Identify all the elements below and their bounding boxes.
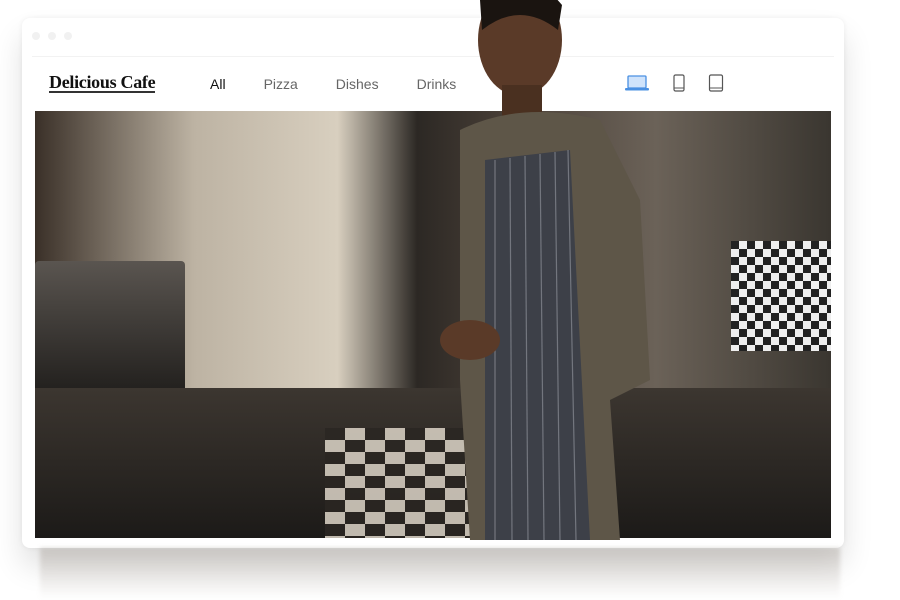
nav-pizza[interactable]: Pizza [264, 76, 298, 92]
nav-all[interactable]: All [210, 76, 226, 92]
reflection [40, 548, 840, 600]
barista-figure [440, 0, 650, 541]
phone-icon[interactable] [672, 74, 686, 92]
tablet-icon[interactable] [708, 74, 724, 92]
hero-image [35, 111, 831, 538]
nav-dishes[interactable]: Dishes [336, 76, 379, 92]
close-dot[interactable] [32, 32, 40, 40]
site-logo[interactable]: Delicious Cafe [49, 73, 156, 93]
main-nav: All Pizza Dishes Drinks [210, 76, 456, 92]
espresso-machine [35, 261, 185, 401]
minimize-dot[interactable] [48, 32, 56, 40]
divider [32, 56, 834, 57]
browser-window: Delicious Cafe All Pizza Dishes Drinks [22, 18, 844, 548]
maximize-dot[interactable] [64, 32, 72, 40]
wall-tiles [731, 241, 831, 351]
window-controls [32, 32, 72, 40]
